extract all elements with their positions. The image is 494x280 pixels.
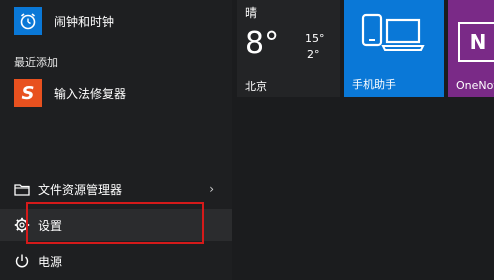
- phone-laptop-icon: [360, 12, 428, 64]
- app-label: 输入法修复器: [54, 86, 127, 101]
- weather-condition: 晴: [245, 6, 258, 20]
- chevron-right-icon[interactable]: ›: [209, 182, 214, 196]
- power-label: 电源: [38, 254, 63, 269]
- phone-companion-tile[interactable]: 手机助手: [344, 0, 444, 97]
- weather-city: 北京: [245, 80, 267, 93]
- weather-high: 15°: [305, 32, 325, 45]
- onenote-icon: N: [458, 22, 494, 62]
- weather-temp: 8°: [245, 26, 280, 61]
- sogou-s-icon: S: [14, 79, 42, 107]
- weather-tile[interactable]: 晴 8° 15° 2° 北京: [237, 0, 340, 97]
- weather-low: 2°: [307, 48, 320, 61]
- onenote-tile[interactable]: N OneNote: [448, 0, 494, 97]
- file-explorer-item[interactable]: 文件资源管理器 ›: [0, 173, 232, 205]
- recent-section-header: 最近添加: [14, 56, 58, 69]
- file-explorer-label: 文件资源管理器: [38, 182, 123, 197]
- tile-label: 手机助手: [352, 78, 396, 91]
- settings-highlight-box: [26, 202, 204, 244]
- folder-icon: [12, 179, 32, 199]
- app-input-method-repair[interactable]: S 输入法修复器: [0, 76, 232, 110]
- power-item[interactable]: 电源: [0, 245, 232, 277]
- app-label: 闹钟和时钟: [54, 14, 115, 29]
- app-alarms-clock[interactable]: 闹钟和时钟: [0, 4, 232, 38]
- tile-label: OneNote: [456, 79, 494, 92]
- alarm-clock-icon: [14, 7, 42, 35]
- power-icon: [12, 251, 32, 271]
